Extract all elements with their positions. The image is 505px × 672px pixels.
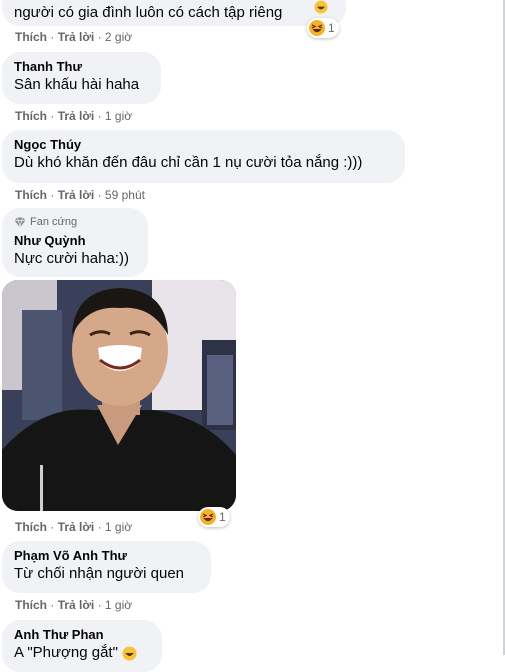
laughing-man-photo: [2, 280, 236, 511]
like-link[interactable]: Thích: [15, 188, 47, 202]
like-link[interactable]: Thích: [15, 109, 47, 123]
comment-photo[interactable]: [2, 280, 236, 511]
separator: ·: [50, 598, 55, 612]
comment-actions: Thích · Trả lời · 1 giờ: [15, 597, 132, 613]
reply-link[interactable]: Trả lời: [58, 109, 95, 123]
comment-time[interactable]: 59 phút: [105, 188, 145, 202]
separator: ·: [97, 188, 102, 202]
diamond-icon: [14, 216, 26, 228]
like-link[interactable]: Thích: [15, 520, 47, 534]
comment-actions: Thích · Trả lời · 2 giờ: [15, 29, 132, 45]
reaction-count: 1: [219, 510, 226, 524]
separator: ·: [50, 30, 55, 44]
reaction-badge[interactable]: 1: [307, 18, 339, 38]
comment-actions: Thích · Trả lời · 59 phút: [15, 187, 145, 203]
reaction-count: 1: [328, 21, 335, 35]
fan-badge: Fan cứng: [14, 215, 136, 229]
separator: ·: [97, 520, 102, 534]
comment-bubble: Anh Thư Phan A "Phượng gắt": [2, 620, 162, 672]
comment-bubble: người có gia đình luôn có cách tập riêng: [2, 0, 346, 26]
comment-text: Sân khấu hài haha: [14, 76, 140, 93]
separator: ·: [97, 30, 102, 44]
like-link[interactable]: Thích: [15, 30, 47, 44]
comment-text: A "Phượng gắt": [14, 643, 150, 663]
laughing-emoji-icon: [122, 646, 137, 661]
comment-author[interactable]: Như Quỳnh: [14, 233, 136, 249]
comment-time[interactable]: 1 giờ: [105, 598, 132, 612]
reaction-badge[interactable]: 1: [198, 507, 230, 527]
laughing-emoji-icon: [314, 0, 328, 14]
comment-author[interactable]: Phạm Võ Anh Thư: [14, 548, 199, 564]
comment-time[interactable]: 1 giờ: [105, 520, 132, 534]
reply-link[interactable]: Trả lời: [58, 30, 95, 44]
comment-author[interactable]: Anh Thư Phan: [14, 627, 150, 643]
comment-text: Nực cười haha:)): [14, 250, 129, 267]
laughing-emoji-icon: [309, 20, 325, 36]
comment-author[interactable]: Thanh Thư: [14, 59, 149, 75]
comment-author[interactable]: Ngọc Thúy: [14, 137, 393, 153]
separator: ·: [50, 109, 55, 123]
comment-text: người có gia đình luôn có cách tập riêng: [14, 4, 283, 21]
separator: ·: [50, 520, 55, 534]
comment-bubble: Ngọc Thúy Dù khó khăn đến đâu chỉ cần 1 …: [2, 130, 405, 183]
separator: ·: [97, 598, 102, 612]
reply-link[interactable]: Trả lời: [58, 598, 95, 612]
comment-time[interactable]: 1 giờ: [105, 109, 132, 123]
comment-bubble: Fan cứng Như Quỳnh Nực cười haha:)): [2, 208, 148, 277]
separator: ·: [50, 188, 55, 202]
comment-text: Từ chối nhận người quen: [14, 565, 185, 582]
comment-text-content: A "Phượng gắt": [14, 644, 118, 661]
comment-bubble: Phạm Võ Anh Thư Từ chối nhận người quen: [2, 541, 211, 593]
comment-actions: Thích · Trả lời · 1 giờ: [15, 519, 132, 535]
laughing-emoji-icon: [200, 509, 216, 525]
reply-link[interactable]: Trả lời: [58, 188, 95, 202]
comment-actions: Thích · Trả lời · 1 giờ: [15, 108, 132, 124]
reply-link[interactable]: Trả lời: [58, 520, 95, 534]
comment-text: Dù khó khăn đến đâu chỉ cần 1 nụ cười tỏ…: [14, 154, 363, 171]
like-link[interactable]: Thích: [15, 598, 47, 612]
comment-bubble: Thanh Thư Sân khấu hài haha: [2, 52, 161, 104]
separator: ·: [97, 109, 102, 123]
comment-time[interactable]: 2 giờ: [105, 30, 132, 44]
fan-badge-label: Fan cứng: [30, 216, 78, 228]
